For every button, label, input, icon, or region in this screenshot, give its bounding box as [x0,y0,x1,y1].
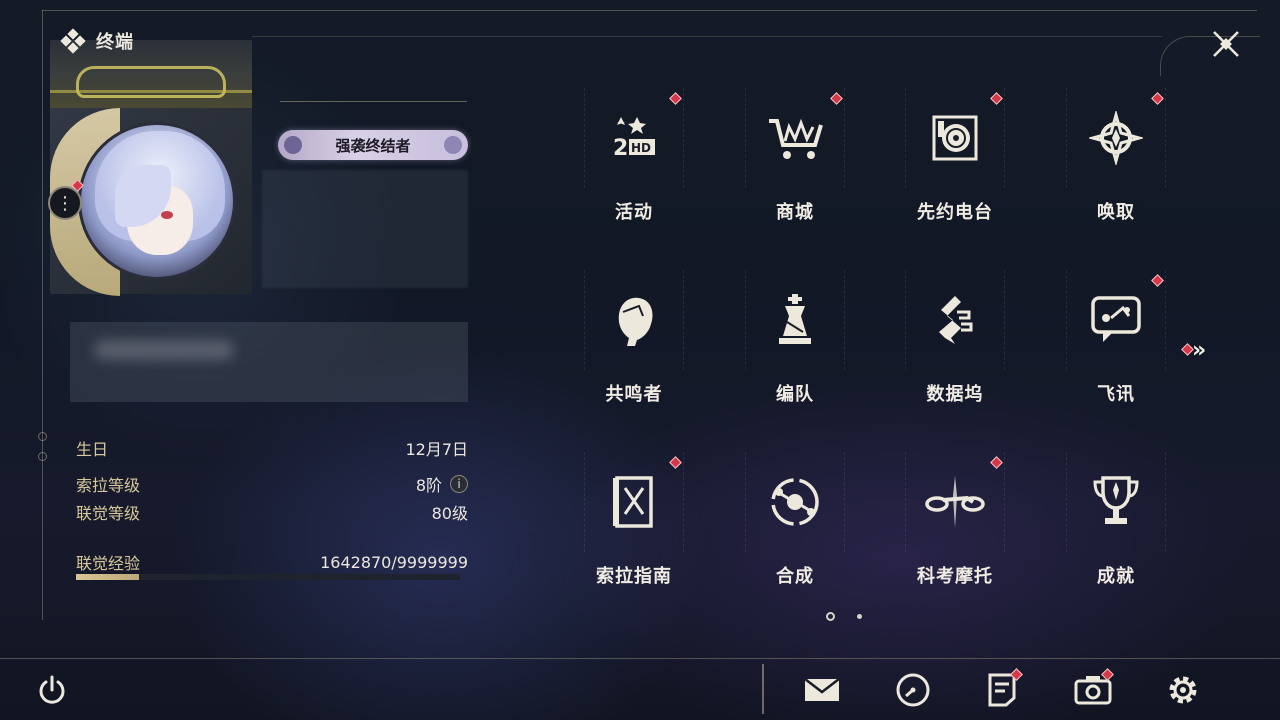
menu-item-label: 唤取 [1097,202,1135,223]
page-title: 终端 [96,32,134,53]
shop-cart-icon [745,88,845,188]
settings-gear-icon [1169,676,1197,704]
stat-label: 索拉等级 [76,476,141,495]
double-chevron-right-icon: » [1192,338,1207,363]
menu-item-chat-bubble[interactable]: 飞讯 [1066,270,1166,410]
events-2hd-icon: 2 HD [584,88,684,188]
menu-item-label: 数据坞 [926,384,984,405]
stat-label: 联觉等级 [76,504,141,523]
power-button[interactable] [32,670,72,710]
obscured-signature-area[interactable] [70,322,468,402]
guide-book-icon [584,452,684,552]
menu-item-trophy[interactable]: 成就 [1066,452,1166,592]
menu-item-label: 合成 [776,566,814,587]
badge-emblem-icon [284,136,302,154]
menu-item-label: 活动 [615,202,653,223]
next-page-button[interactable]: » [1192,338,1222,363]
motorbike-icon [905,452,1005,552]
stat-value: 1642870/9999999 [320,552,468,572]
power-icon [39,675,65,704]
data-dock-icon [905,270,1005,370]
obscured-name-area [262,170,468,288]
menu-item-label: 商城 [776,202,814,223]
menu-item-compass-star[interactable]: 唤取 [1066,88,1166,228]
menu-item-label: 索拉指南 [596,566,672,587]
mail-button[interactable] [802,670,842,710]
header: 终端 [60,28,134,54]
blurred-text [94,340,234,360]
menu-item-data-dock[interactable]: 数据坞 [905,270,1005,410]
menu-item-label: 飞讯 [1097,384,1135,405]
page-dot-active[interactable] [826,612,835,621]
bottom-bar-line [0,658,1280,659]
menu-item-label: 共鸣者 [605,384,663,405]
page-indicator [826,612,862,621]
menu-item-label: 科考摩托 [917,566,993,587]
svg-text:HD: HD [631,141,651,155]
stat-label: 联觉经验 [76,554,141,573]
frame-line [252,36,1162,37]
banner-stripe [50,90,252,93]
side-tick [38,452,47,461]
clock-button[interactable] [893,670,933,710]
chat-bubble-icon [1066,270,1166,370]
svg-text:2: 2 [613,136,628,161]
stat-union-level: 联觉等级 80级 [76,500,468,524]
menu-item-character-head[interactable]: 共鸣者 [584,270,684,410]
avatar-eye [161,211,173,219]
camera-button[interactable] [1073,668,1114,710]
menu-item-events-2hd[interactable]: 2 HD 活动 [584,88,684,228]
page-dot[interactable] [857,614,862,619]
stat-value-wrap: 8阶 i [416,472,468,496]
notice-button[interactable] [982,668,1023,710]
menu-item-guide-book[interactable]: 索拉指南 [584,452,684,592]
motorbike-art [76,66,226,98]
character-head-icon [584,270,684,370]
side-tick [38,432,47,441]
clock-icon [896,673,930,707]
stat-birthday: 生日 12月7日 [76,436,468,460]
stat-value: 12月7日 [405,440,468,459]
exp-progress-bar [76,574,460,580]
stat-label: 生日 [76,440,109,459]
stat-value: 80级 [431,504,468,523]
frame-line [42,10,43,620]
title-badge-label: 强袭终结者 [335,136,411,155]
more-dots-icon: ⋮ [56,192,74,214]
exp-progress-fill [76,574,139,580]
close-button[interactable] [1206,24,1246,64]
menu-item-label: 先约电台 [917,202,993,223]
avatar-menu-button[interactable]: ⋮ [48,186,82,220]
menu-item-chess-piece[interactable]: 编队 [745,270,845,410]
frame-line [42,10,1257,11]
menu-item-synthesis-ring[interactable]: 合成 [745,452,845,592]
bottom-separator [762,664,764,714]
close-x-icon [1213,31,1239,57]
diamond-cluster-icon [60,28,86,54]
compass-star-icon [1066,88,1166,188]
menu-item-label: 成就 [1097,566,1135,587]
badge-gem-icon [444,136,462,154]
settings-button[interactable] [1163,670,1203,710]
stat-value: 8阶 [415,476,442,495]
info-icon[interactable]: i [450,475,468,493]
trophy-icon [1066,452,1166,552]
avatar[interactable] [78,122,236,280]
stat-union-exp: 联觉经验 1642870/9999999 [76,550,468,574]
menu-item-shop-cart[interactable]: 商城 [745,88,845,228]
stat-sola-level: 索拉等级 8阶 i [76,472,468,496]
menu-item-motorbike[interactable]: 科考摩托 [905,452,1005,592]
divider [280,101,467,102]
synthesis-ring-icon [745,452,845,552]
menu-item-radio-record[interactable]: 先约电台 [905,88,1005,228]
radio-record-icon [905,88,1005,188]
menu-item-label: 编队 [776,384,814,405]
mail-icon [804,678,840,701]
chess-piece-icon [745,270,845,370]
title-badge[interactable]: 强袭终结者 [278,130,468,160]
